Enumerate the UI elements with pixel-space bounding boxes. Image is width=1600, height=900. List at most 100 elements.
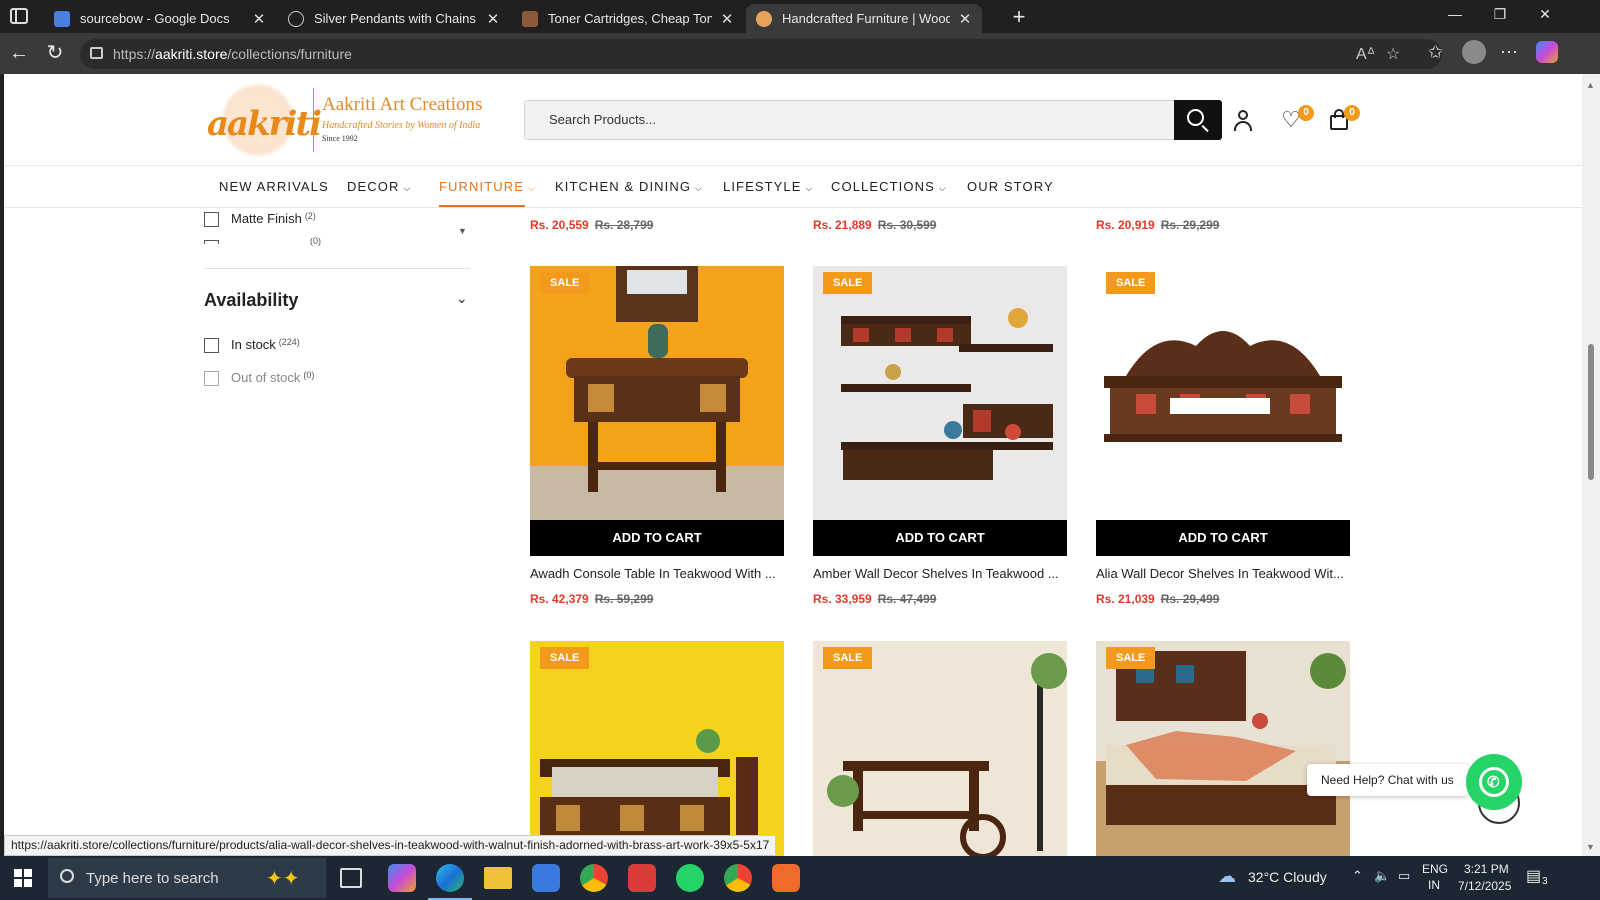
filter-label-in-stock[interactable]: In stock (224) bbox=[231, 337, 300, 352]
close-icon[interactable]: ✕ bbox=[252, 10, 266, 28]
windows-taskbar: Type here to search ✦✦ ☁ 32°C Cloudy ⌃ 🔈… bbox=[0, 856, 1600, 900]
product-image[interactable]: SALE bbox=[530, 641, 784, 856]
product-name[interactable]: Awadh Console Table In Teakwood With ... bbox=[530, 566, 784, 581]
product-image[interactable]: SALE bbox=[813, 266, 1067, 520]
brand-name: Aakriti Art Creations bbox=[322, 94, 483, 115]
menu-collections[interactable]: COLLECTIONS ⌵ bbox=[831, 179, 947, 194]
filter-checkbox-in-stock[interactable] bbox=[204, 338, 219, 353]
weather-cloud-icon[interactable]: ☁ bbox=[1218, 866, 1236, 887]
weather-text[interactable]: 32°C Cloudy bbox=[1248, 869, 1327, 885]
file-explorer-icon[interactable] bbox=[484, 867, 512, 889]
more-menu-icon[interactable]: ⋯ bbox=[1500, 42, 1518, 63]
menu-new-arrivals[interactable]: NEW ARRIVALS bbox=[219, 179, 329, 194]
list-scroll-down-icon[interactable]: ▼ bbox=[458, 226, 467, 236]
product-image[interactable]: SALE bbox=[1096, 641, 1350, 856]
sparkle-icon: ✦✦ bbox=[266, 868, 300, 890]
brand-logo[interactable]: aakriti Aakriti Art Creations Handcrafte… bbox=[207, 82, 497, 158]
region-indicator[interactable]: IN bbox=[1428, 878, 1440, 892]
copilot-icon[interactable] bbox=[1536, 41, 1558, 63]
taskbar-search-input[interactable]: Type here to search ✦✦ bbox=[48, 858, 326, 898]
tab-actions-icon[interactable] bbox=[10, 8, 28, 24]
product-name[interactable]: Alia Wall Decor Shelves In Teakwood Wit.… bbox=[1096, 566, 1350, 581]
sale-badge: SALE bbox=[823, 272, 873, 294]
account-icon[interactable] bbox=[1232, 109, 1254, 131]
menu-lifestyle[interactable]: LIFESTYLE ⌵ bbox=[723, 179, 813, 194]
whatsapp-icon[interactable] bbox=[676, 864, 704, 892]
scrollbar-thumb[interactable] bbox=[1588, 344, 1594, 480]
filter-label-matte-finish[interactable]: Matte Finish (2) bbox=[231, 211, 316, 226]
profile-avatar[interactable] bbox=[1462, 40, 1486, 64]
xampp-icon[interactable] bbox=[772, 864, 800, 892]
minimize-button[interactable]: — bbox=[1440, 6, 1470, 22]
tab-silver-pendants[interactable]: Silver Pendants with Chains Archi ✕ bbox=[278, 4, 510, 33]
product-card[interactable]: SALE bbox=[1096, 641, 1350, 856]
search-button[interactable] bbox=[1174, 100, 1222, 140]
add-to-cart-button[interactable]: ADD TO CART bbox=[1096, 520, 1350, 556]
windows-start-icon[interactable] bbox=[14, 869, 32, 887]
taskbar-search-placeholder: Type here to search bbox=[86, 870, 219, 887]
product-image[interactable]: SALE bbox=[1096, 266, 1350, 520]
media-app-icon[interactable] bbox=[628, 864, 656, 892]
add-to-cart-button[interactable]: ADD TO CART bbox=[530, 520, 784, 556]
product-card[interactable]: SALE ADD TO CART Alia Wall Decor Shelves… bbox=[1096, 266, 1350, 612]
new-tab-button[interactable]: + bbox=[1006, 4, 1032, 30]
volume-icon[interactable]: 🔈 bbox=[1374, 868, 1390, 884]
menu-decor[interactable]: DECOR ⌵ bbox=[347, 179, 411, 194]
restore-button[interactable]: ❐ bbox=[1485, 6, 1515, 23]
search-icon bbox=[60, 869, 74, 883]
availability-filter-title[interactable]: Availability bbox=[204, 290, 298, 311]
store-icon[interactable] bbox=[532, 864, 560, 892]
search-input[interactable]: Search Products... bbox=[524, 100, 1174, 140]
edge-icon[interactable] bbox=[428, 864, 472, 900]
chrome-profile-icon[interactable] bbox=[724, 864, 752, 892]
menu-our-story[interactable]: OUR STORY bbox=[967, 179, 1054, 194]
page-scrollbar[interactable]: ▲ ▼ bbox=[1582, 74, 1600, 856]
close-icon[interactable]: ✕ bbox=[486, 10, 500, 28]
close-icon[interactable]: ✕ bbox=[958, 10, 972, 28]
favorites-icon[interactable]: ✩ bbox=[1428, 42, 1443, 63]
chevron-down-icon: ⌵ bbox=[938, 183, 947, 193]
whatsapp-chat-button[interactable]: ✆ bbox=[1466, 754, 1522, 810]
network-icon[interactable]: ▭ bbox=[1398, 868, 1410, 884]
product-card[interactable]: SALE ADD TO CART Amber Wall Decor Shelve… bbox=[813, 266, 1067, 612]
add-to-cart-button[interactable]: ADD TO CART bbox=[813, 520, 1067, 556]
tab-toner-cartridges[interactable]: Toner Cartridges, Cheap Toner Ca ✕ bbox=[512, 4, 744, 33]
filter-checkbox-partial[interactable] bbox=[204, 240, 219, 244]
product-image[interactable]: SALE bbox=[530, 266, 784, 520]
scroll-up-icon[interactable]: ▲ bbox=[1586, 80, 1595, 90]
lock-icon bbox=[90, 47, 103, 59]
url-field[interactable]: https://aakriti.store/collections/furnit… bbox=[80, 39, 1442, 69]
product-card[interactable]: SALE ADD TO CART Awadh Console Table In … bbox=[530, 266, 784, 612]
refresh-button[interactable]: ↻ bbox=[42, 41, 68, 67]
clock-time[interactable]: 3:21 PM bbox=[1464, 862, 1509, 876]
logo-wordmark: aakriti bbox=[207, 104, 322, 144]
product-card[interactable]: SALE bbox=[813, 641, 1067, 856]
chrome-icon[interactable] bbox=[580, 864, 608, 892]
menu-furniture[interactable]: FURNITURE ⌵ bbox=[439, 179, 536, 194]
chat-help-bubble[interactable]: Need Help? Chat with us bbox=[1307, 764, 1468, 796]
wishlist-count-badge: 0 bbox=[1298, 105, 1314, 121]
tab-title: Silver Pendants with Chains Archi bbox=[314, 11, 478, 26]
product-image[interactable]: SALE bbox=[813, 641, 1067, 856]
read-aloud-icon[interactable]: Aᐞ bbox=[1356, 44, 1375, 64]
menu-kitchen-dining[interactable]: KITCHEN & DINING ⌵ bbox=[555, 179, 703, 194]
close-icon[interactable]: ✕ bbox=[720, 10, 734, 28]
tab-google-docs[interactable]: sourcebow - Google Docs ✕ bbox=[44, 4, 276, 33]
search-icon bbox=[1187, 109, 1204, 126]
language-indicator[interactable]: ENG bbox=[1422, 862, 1448, 876]
notifications-icon[interactable]: ▤ bbox=[1526, 866, 1541, 886]
copilot-icon[interactable] bbox=[388, 864, 416, 892]
tab-handcrafted-furniture[interactable]: Handcrafted Furniture | Wooden ( ✕ bbox=[746, 4, 982, 33]
active-menu-underline bbox=[439, 205, 525, 207]
scroll-down-icon[interactable]: ▼ bbox=[1586, 842, 1595, 852]
chevron-up-icon[interactable]: ⌃ bbox=[1352, 868, 1363, 884]
task-view-icon[interactable] bbox=[340, 868, 362, 888]
close-window-button[interactable]: ✕ bbox=[1530, 6, 1560, 23]
back-button[interactable]: ← bbox=[6, 41, 32, 67]
favorite-star-icon[interactable]: ☆ bbox=[1386, 44, 1400, 64]
chevron-down-icon[interactable]: ⌄ bbox=[456, 290, 468, 307]
product-name[interactable]: Amber Wall Decor Shelves In Teakwood ... bbox=[813, 566, 1067, 581]
filter-checkbox-matte-finish[interactable] bbox=[204, 212, 219, 227]
clock-date[interactable]: 7/12/2025 bbox=[1458, 879, 1511, 893]
product-card[interactable]: SALE bbox=[530, 641, 784, 856]
